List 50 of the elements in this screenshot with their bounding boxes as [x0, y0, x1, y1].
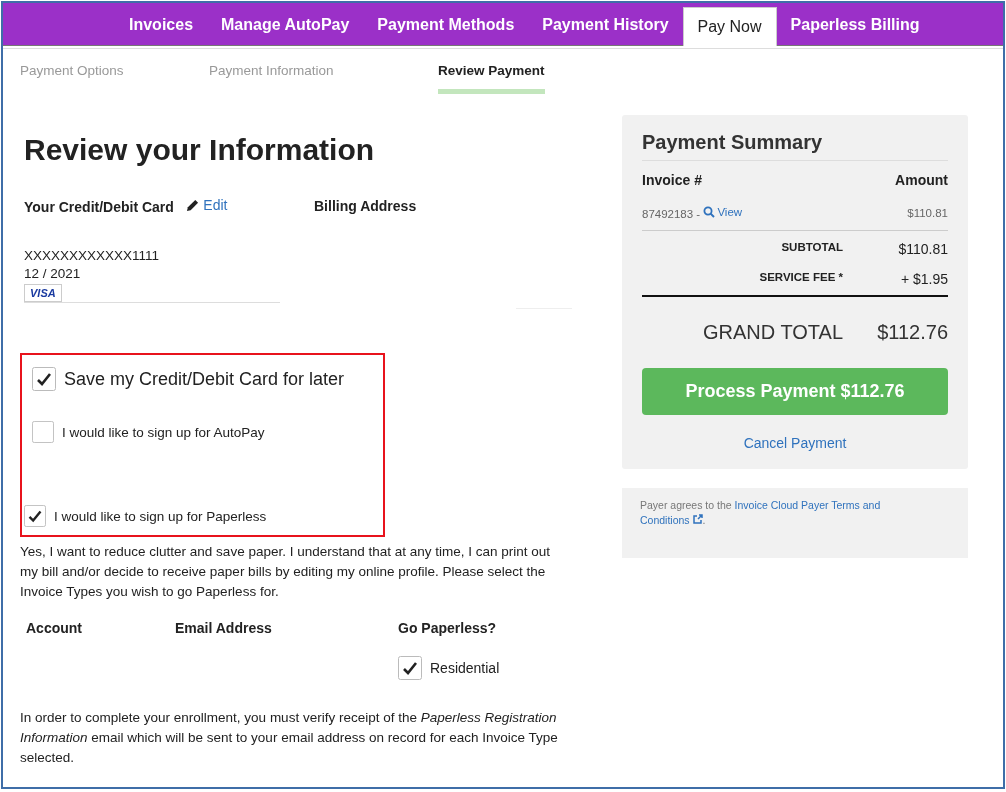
- terms-text: Payer agrees to the: [640, 499, 732, 511]
- pencil-icon: [186, 198, 200, 212]
- summary-title: Payment Summary: [642, 131, 948, 161]
- paperless-note: Yes, I want to reduce clutter and save paper. I understand that at any time, I can print out my bill and/or decide to receive paper bills by editing my online profile. Please select the Invoice Types you wish to go Paperless for.: [20, 543, 552, 601]
- invoice-number: 87492183 -: [642, 208, 701, 220]
- edit-link[interactable]: Edit: [186, 197, 228, 213]
- cancel-payment-link[interactable]: Cancel Payment: [642, 435, 948, 451]
- checkbox-label: I would like to sign up for Paperless: [54, 508, 267, 524]
- card-label: Your Credit/Debit Card: [24, 198, 174, 215]
- nav-tab[interactable]: Pay Now: [682, 7, 777, 46]
- invoice-amount: $110.81: [907, 207, 948, 219]
- external-link-icon: [692, 514, 703, 524]
- checkbox[interactable]: [398, 656, 422, 680]
- card-expiry: 12 / 2021: [24, 265, 82, 281]
- column-header: Amount: [895, 172, 948, 188]
- nav-tab[interactable]: Payment History: [528, 5, 683, 45]
- column-header: Account: [26, 620, 83, 636]
- subtotal-label: SUBTOTAL: [780, 241, 843, 255]
- nav-tab[interactable]: Invoices: [115, 5, 208, 45]
- search-icon: [703, 206, 716, 218]
- subtotal-value: $110.81: [897, 241, 948, 257]
- grand-total-value: $112.76: [876, 321, 948, 344]
- step-tab[interactable]: Payment Options: [20, 49, 209, 89]
- checkbox[interactable]: [32, 421, 54, 443]
- service-fee-label: SERVICE FEE *: [758, 271, 843, 285]
- terms-link[interactable]: Conditions: [640, 514, 690, 526]
- process-payment-button[interactable]: Process Payment $112.76: [642, 368, 948, 415]
- service-fee-value: + $1.95: [899, 271, 948, 287]
- checkbox-label: Residential: [430, 660, 500, 676]
- step-tab[interactable]: Payment Information: [209, 49, 438, 89]
- checkbox-label: Save my Credit/Debit Card for later: [64, 368, 345, 390]
- card-brand-logo: VISA: [24, 283, 62, 302]
- billing-address-label: Billing Address: [314, 198, 417, 214]
- column-header: Go Paperless?: [398, 620, 497, 636]
- card-number: XXXXXXXXXXXX1111: [24, 247, 161, 263]
- checkbox[interactable]: [24, 505, 46, 527]
- nav-tab[interactable]: Manage AutoPay: [207, 5, 364, 45]
- column-header: Email Address: [175, 620, 273, 636]
- enrollment-note: In order to complete your enrollment, you must verify receipt of the Paperless Registration Information email which will be sent to your email address on record for each Invoice Type selected.: [20, 709, 559, 767]
- step-tab[interactable]: Review Payment: [438, 49, 545, 94]
- terms-link[interactable]: Invoice Cloud Payer Terms and: [734, 499, 881, 511]
- column-header: Invoice #: [642, 172, 702, 188]
- checkbox-label: I would like to sign up for AutoPay: [62, 424, 265, 440]
- grand-total-label: GRAND TOTAL: [701, 321, 843, 344]
- page-heading: Review your Information: [24, 133, 376, 167]
- nav-tab[interactable]: Paperless Billing: [776, 5, 934, 45]
- terms-punctuation: .: [702, 514, 706, 526]
- checkbox[interactable]: [32, 367, 56, 391]
- view-link[interactable]: View: [703, 206, 743, 218]
- nav-tab[interactable]: Payment Methods: [363, 5, 529, 45]
